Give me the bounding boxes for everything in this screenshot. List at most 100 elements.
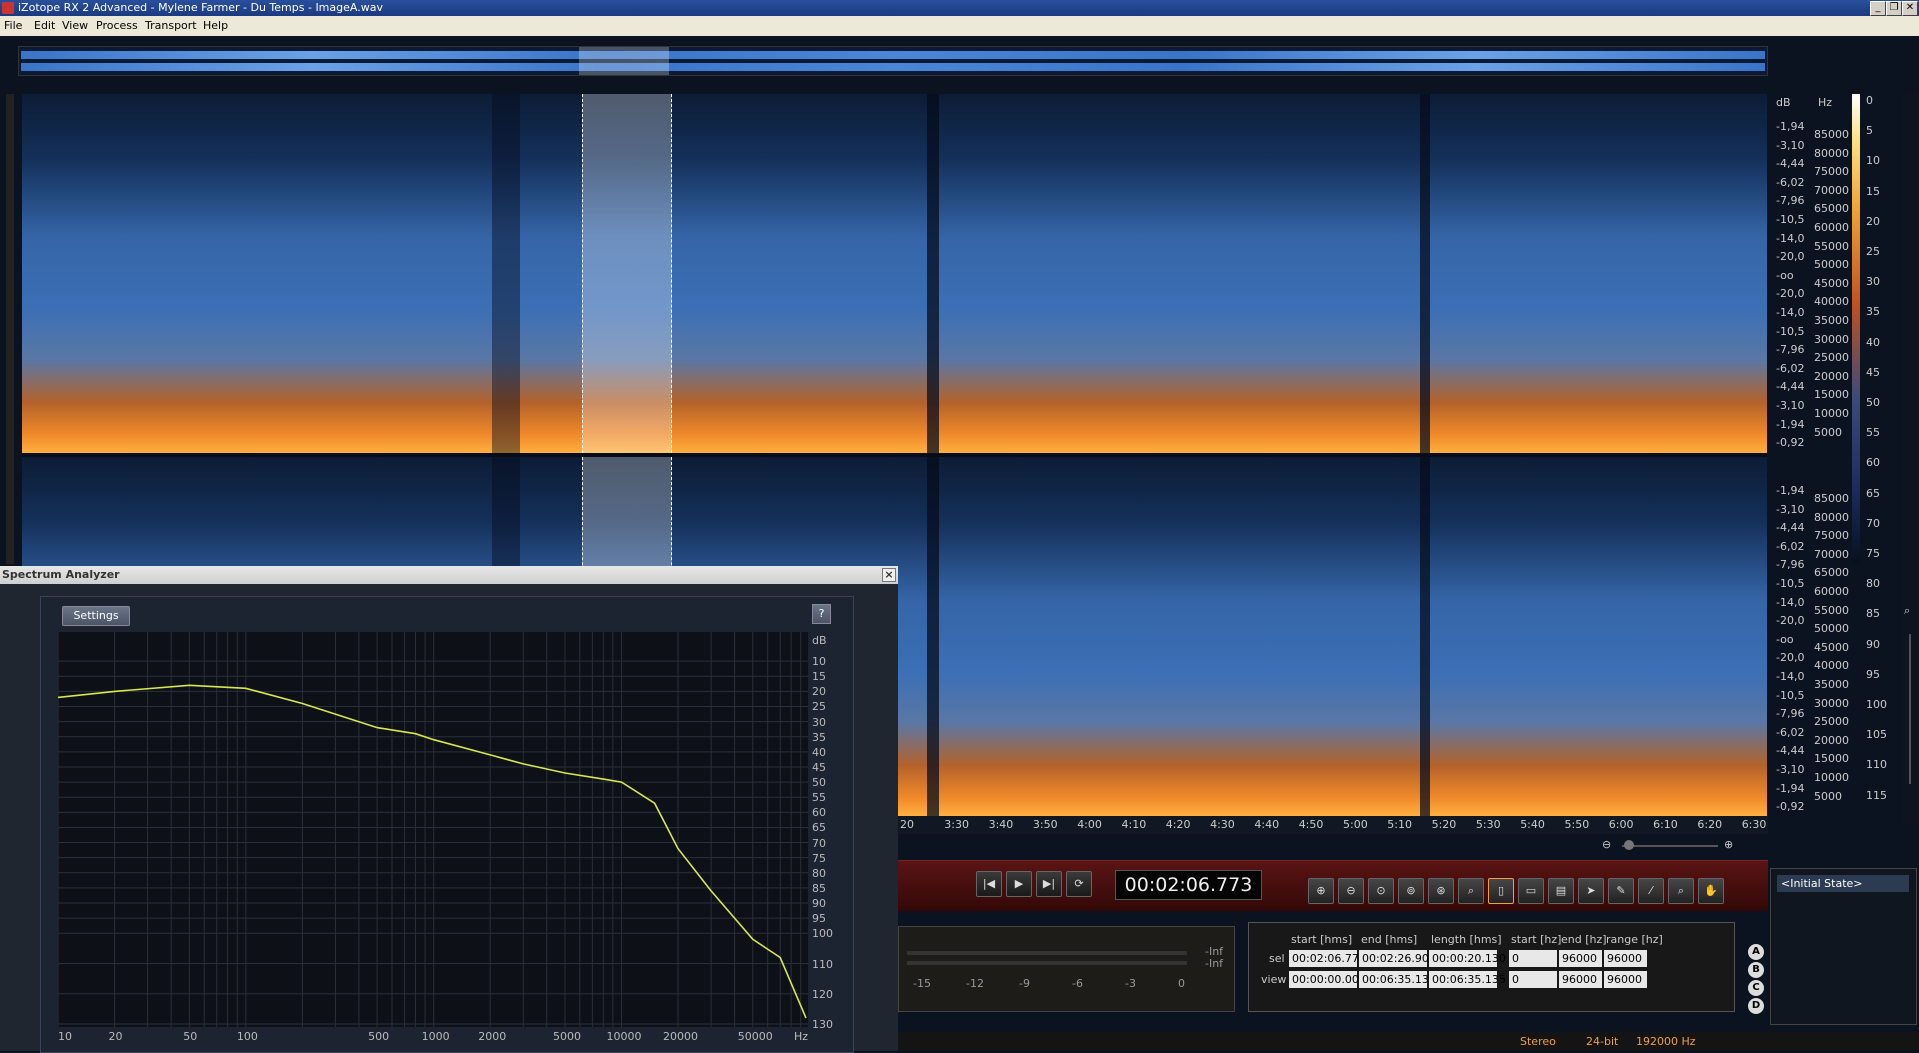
zoom-time-icon[interactable]: ⊛ (1428, 878, 1454, 904)
wand-icon[interactable]: ⁄ (1638, 878, 1664, 904)
zoom-in-icon[interactable]: ⊕ (1308, 878, 1334, 904)
menu-process[interactable]: Process (96, 19, 138, 32)
time-zoom-thumb[interactable] (1624, 840, 1634, 850)
hz-tick: 65000 (1814, 202, 1849, 216)
colorbar-tick: 115 (1866, 788, 1887, 802)
zoom-out-time-icon[interactable]: ⊖ (1602, 838, 1611, 851)
help-button[interactable]: ? (812, 604, 831, 624)
menu-view[interactable]: View (62, 19, 88, 32)
hz-tick: 60000 (1814, 585, 1849, 598)
db-tick: -4,44 (1776, 380, 1805, 394)
spectrum-db-tick: 40 (812, 745, 826, 759)
colorbar-tick: 105 (1866, 728, 1887, 742)
info-cell[interactable]: 00:06:35.135 (1429, 971, 1506, 988)
spectrum-hz-tick: 2000 (478, 1030, 507, 1043)
settings-button[interactable]: Settings (62, 606, 130, 626)
info-cell[interactable]: 00:00:20.130 (1429, 950, 1506, 967)
info-cell[interactable]: 00:00:00.000 (1289, 971, 1366, 988)
zoom-in-time-icon[interactable]: ⊕ (1724, 838, 1733, 851)
loop-button[interactable]: ⟳ (1066, 871, 1092, 897)
title-bar: iZotope RX 2 Advanced - Mylene Farmer - … (0, 0, 1919, 16)
lasso-icon[interactable]: ➤ (1578, 878, 1604, 904)
db-tick: -10,5 (1776, 213, 1805, 226)
db-tick: -7,96 (1776, 707, 1805, 721)
colorbar-tick: 110 (1866, 758, 1887, 772)
info-header: end [hms] (1361, 933, 1418, 946)
compare-b-button[interactable]: B (1748, 962, 1764, 978)
play-button[interactable]: ▶ (1006, 871, 1032, 897)
colorbar-tick: 5 (1866, 124, 1873, 138)
info-cell[interactable]: 96000 (1559, 950, 1602, 967)
spectrum-db-tick: 65 (812, 821, 826, 835)
info-cell[interactable]: 00:02:26.903 (1359, 950, 1436, 967)
colorbar-tick: 45 (1866, 365, 1880, 379)
info-cell[interactable]: 96000 (1604, 950, 1647, 967)
info-cell[interactable]: 0 (1509, 971, 1557, 988)
compare-d-button[interactable]: D (1748, 998, 1764, 1014)
time-selection[interactable] (582, 94, 672, 453)
overview-selection[interactable] (579, 47, 669, 75)
menu-bar: File Edit View Process Transport Help (0, 16, 1919, 36)
close-button[interactable]: ✕ (1902, 1, 1918, 16)
hz-tick: 75000 (1814, 529, 1849, 543)
db-tick: -1,94 (1776, 484, 1805, 497)
magnify-icon[interactable]: ⌕ (1668, 878, 1694, 904)
zoom-in-icon[interactable]: ⌕ (1904, 604, 1910, 618)
hand-icon[interactable]: ✋ (1698, 878, 1724, 904)
meter-peak-right: -Inf (1205, 957, 1224, 970)
time-zoom-slider[interactable]: ⊖ ⊕ (1600, 838, 1740, 854)
minimize-button[interactable]: _ (1870, 1, 1886, 16)
time-tick: 5:00 (1343, 818, 1368, 831)
db-tick: -6,02 (1776, 361, 1805, 375)
menu-transport[interactable]: Transport (145, 19, 197, 32)
brush-icon[interactable]: ✎ (1608, 878, 1634, 904)
time-tick: 6:00 (1608, 818, 1634, 831)
colorbar-tick: 95 (1866, 667, 1880, 681)
freq-zoom-slider[interactable] (1909, 634, 1911, 784)
meter-tick: -15 (913, 977, 931, 990)
colorbar (1852, 94, 1860, 564)
compare-a-button[interactable]: A (1748, 944, 1764, 960)
time-tick: 5:50 (1564, 818, 1590, 831)
waveform-overview[interactable] (18, 46, 1768, 76)
spectrum-analyzer-close[interactable]: × (882, 568, 896, 582)
rect-select-icon[interactable]: ▭ (1518, 878, 1544, 904)
hz-tick: 25000 (1814, 715, 1849, 729)
menu-edit[interactable]: Edit (34, 19, 55, 32)
spectrum-db-axis: dB 10 15 20 25 30 35 40 45 50 55 60 65 70 75 80 85 90 95 1… (808, 632, 842, 1032)
time-select-icon[interactable]: ▯ (1488, 878, 1514, 904)
hz-tick: 80000 (1814, 510, 1849, 524)
info-cell[interactable]: 00:02:06.773 (1289, 950, 1366, 967)
zoom-freq-icon[interactable]: ⌕ (1458, 878, 1484, 904)
db-tick: -14,0 (1776, 306, 1805, 319)
menu-help[interactable]: Help (203, 19, 228, 32)
spectrum-analyzer-titlebar[interactable]: Spectrum Analyzer × (0, 566, 898, 585)
meter-tick: -9 (1019, 977, 1030, 990)
right-zoom-rail[interactable]: ⌕ (1902, 94, 1919, 824)
hz-tick: 70000 (1814, 183, 1849, 197)
info-cell[interactable]: 0 (1509, 950, 1557, 967)
freq-select-icon[interactable]: ▤ (1548, 878, 1574, 904)
info-cell[interactable]: 00:06:35.135 (1359, 971, 1436, 988)
zoom-fit-icon[interactable]: ⊚ (1398, 878, 1424, 904)
info-cell[interactable]: 96000 (1559, 971, 1602, 988)
rewind-button[interactable]: |◀ (976, 871, 1002, 897)
vertical-scroll-left[interactable] (6, 94, 14, 564)
compare-c-button[interactable]: C (1748, 980, 1764, 996)
history-item[interactable]: <Initial State> (1777, 875, 1909, 892)
info-header: length [hms] (1431, 933, 1502, 946)
spectrogram-left-channel[interactable] (22, 94, 1767, 453)
info-cell[interactable]: 96000 (1604, 971, 1647, 988)
hz-tick: 75000 (1814, 165, 1849, 179)
maximize-button[interactable]: ❐ (1886, 1, 1902, 16)
play-selection-button[interactable]: ▶| (1036, 871, 1062, 897)
time-ruler[interactable]: 20 3:30 3:40 3:50 4:00 4:10 4:20 4:30 4:40 4:50 5:… (898, 816, 1768, 834)
colorbar-tick: 90 (1866, 637, 1880, 651)
hz-tick: 50000 (1814, 258, 1849, 272)
zoom-out-icon[interactable]: ⊖ (1338, 878, 1364, 904)
db-tick: -0,92 (1776, 436, 1805, 450)
time-tick: 5:20 (1431, 818, 1457, 831)
zoom-sel-icon[interactable]: ⊙ (1368, 878, 1394, 904)
spectrum-db-tick: 95 (812, 912, 826, 926)
menu-file[interactable]: File (4, 19, 22, 32)
